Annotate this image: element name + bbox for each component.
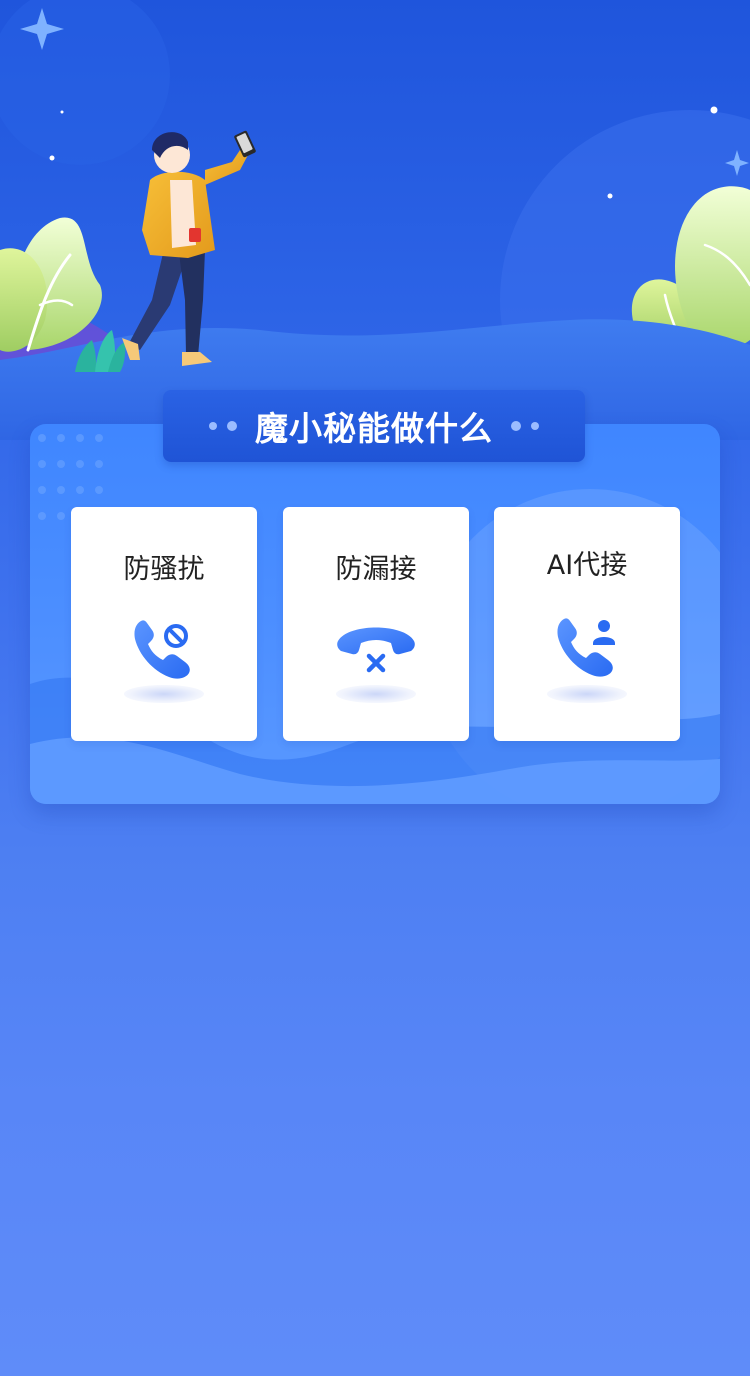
icon-shadow <box>124 685 204 703</box>
ai-answer-icon <box>557 618 615 677</box>
section-title-banner: 魔小秘能做什么 <box>163 390 585 462</box>
title-dots-left <box>209 421 237 431</box>
missed-call-icon <box>337 627 415 673</box>
title-dots-right <box>511 421 539 431</box>
phone-block-icon <box>134 620 190 679</box>
feature-card-anti-harassment[interactable]: 防骚扰 <box>71 507 257 741</box>
hero-illustration <box>0 0 750 440</box>
icon-shadow <box>547 685 627 703</box>
feature-card-ai-answer[interactable]: AI代接 <box>494 507 680 741</box>
feature-label: AI代接 <box>546 550 628 581</box>
feature-label: 防漏接 <box>335 554 417 585</box>
feature-card-missed-call[interactable]: 防漏接 <box>283 507 469 741</box>
icon-shadow <box>336 685 416 703</box>
feature-label: 防骚扰 <box>123 554 205 585</box>
section-title: 魔小秘能做什么 <box>255 409 493 448</box>
